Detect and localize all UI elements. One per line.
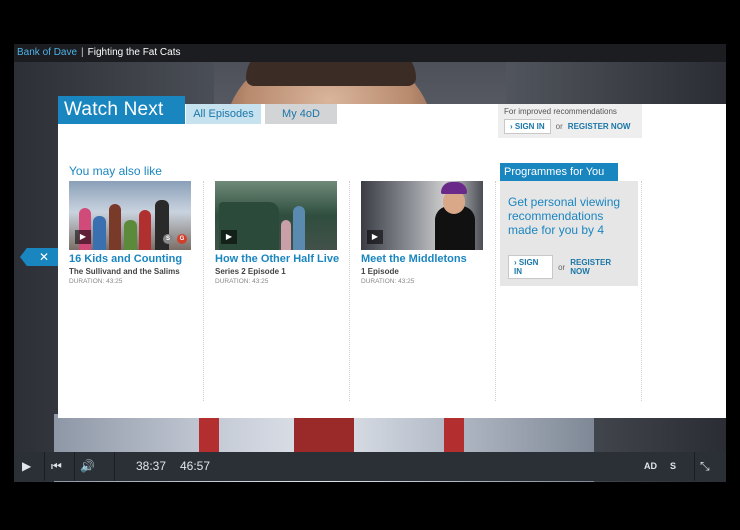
guidance-badge-icon: G (177, 234, 187, 244)
tab-all-episodes[interactable]: All Episodes (186, 104, 261, 124)
card-duration: DURATION: 43:25 (361, 278, 415, 285)
episode-title: Fighting the Fat Cats (87, 47, 181, 58)
subtitles-badge-icon: S (163, 234, 173, 244)
card-subtitle: 1 Episode (361, 267, 399, 276)
card-thumbnail[interactable]: ▶ (361, 181, 483, 250)
show-title-link[interactable]: Bank of Dave (17, 47, 77, 58)
card-duration: DURATION: 43:25 (215, 278, 269, 285)
total-time: 46:57 (180, 459, 211, 473)
or-label: or (558, 262, 566, 272)
register-link[interactable]: REGISTER NOW (570, 258, 630, 276)
play-icon[interactable]: ▶ (75, 230, 91, 244)
control-divider (44, 452, 45, 481)
thumb-figure (281, 220, 291, 250)
recommendation-card[interactable]: ▶ How the Other Half Live Series 2 Episo… (215, 181, 340, 285)
recommendation-card[interactable]: ▶ Meet the Middletons 1 Episode DURATION… (361, 181, 486, 285)
thumb-figure (93, 216, 106, 250)
card-thumbnail[interactable]: ▶ (215, 181, 337, 250)
or-label: or (555, 122, 563, 131)
tab-my-4od[interactable]: My 4oD (265, 104, 337, 124)
thumb-figure (124, 220, 137, 250)
register-link[interactable]: REGISTER NOW (568, 122, 631, 131)
personal-recommendations-message: Get personal viewing recommendations mad… (508, 195, 621, 237)
thumb-figure (109, 204, 121, 250)
card-title[interactable]: How the Other Half Live (215, 253, 340, 265)
card-divider (641, 181, 642, 401)
card-subtitle: Series 2 Episode 1 (215, 267, 286, 276)
thumb-figure (139, 210, 151, 250)
previous-icon[interactable]: ⏮ (51, 452, 62, 481)
tab-watch-next[interactable]: Watch Next (58, 96, 185, 124)
subtitles-button[interactable]: S (670, 452, 676, 481)
card-thumbnail[interactable]: ▶ S G (69, 181, 191, 250)
programmes-for-you-box: Get personal viewing recommendations mad… (500, 181, 638, 286)
fullscreen-icon[interactable]: ⤡ (700, 452, 710, 481)
title-separator: | (81, 47, 84, 58)
control-divider (74, 452, 75, 481)
sign-in-button[interactable]: › SIGN IN (508, 255, 554, 279)
thumb-hair (441, 182, 467, 194)
video-person-tie (294, 414, 354, 454)
you-may-also-like-heading: You may also like (69, 164, 162, 178)
recommendation-card[interactable]: ▶ S G 16 Kids and Counting The Sullivand… (69, 181, 194, 285)
card-divider (349, 181, 350, 401)
close-overlay-icon[interactable]: ✕ (20, 248, 58, 266)
title-bar: Bank of Dave | Fighting the Fat Cats (14, 44, 726, 62)
video-person-strap-right (444, 414, 464, 454)
video-player: Bank of Dave | Fighting the Fat Cats Watch… (0, 0, 740, 530)
programmes-for-you-heading: Programmes for You (500, 163, 618, 181)
card-divider (495, 181, 496, 401)
card-subtitle: The Sullivand and the Salims (69, 267, 180, 276)
signin-prompt-top: For improved recommendations › SIGN IN o… (498, 104, 642, 138)
control-bar: ▶ ⏮ 🔊 38:37 46:57 AD S ⤡ (14, 452, 726, 481)
sign-in-button[interactable]: › SIGN IN (504, 119, 551, 134)
play-icon[interactable]: ▶ (22, 452, 31, 481)
volume-icon[interactable]: 🔊 (80, 452, 95, 481)
control-divider (114, 452, 115, 481)
thumb-figure (293, 206, 305, 250)
current-time: 38:37 (136, 459, 167, 473)
play-icon[interactable]: ▶ (367, 230, 383, 244)
card-duration: DURATION: 43:25 (69, 278, 123, 285)
control-divider (694, 452, 695, 481)
card-title[interactable]: Meet the Middletons (361, 253, 486, 265)
card-divider (203, 181, 204, 401)
play-icon[interactable]: ▶ (221, 230, 237, 244)
signin-hint: For improved recommendations (504, 107, 617, 116)
audio-description-button[interactable]: AD (644, 452, 657, 481)
video-person-strap-left (199, 414, 219, 454)
card-title[interactable]: 16 Kids and Counting (69, 253, 194, 265)
